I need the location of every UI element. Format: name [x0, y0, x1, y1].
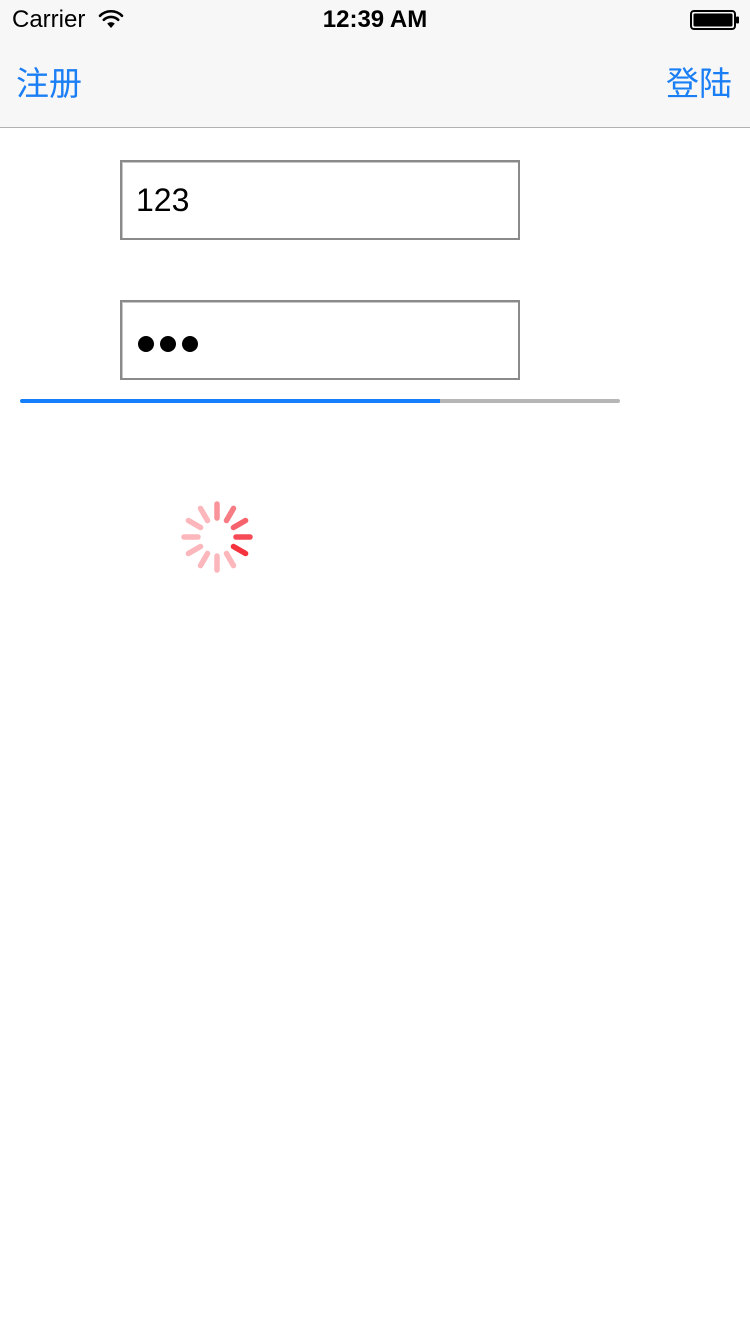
progress-bar-fill — [20, 399, 440, 403]
spinner-spoke — [197, 550, 211, 569]
spinner-spoke — [230, 517, 249, 531]
clock-time: 12:39 AM — [322, 6, 428, 33]
status-bar: Carrier 12:39 AM — [0, 0, 750, 40]
username-field-border — [120, 160, 520, 240]
password-dot — [160, 336, 176, 352]
top-bars: Carrier 12:39 AM 注册 登陆 — [0, 0, 750, 128]
spinner-spoke — [223, 550, 237, 569]
navigation-bar: 注册 登陆 — [0, 40, 750, 128]
spinner-spoke — [230, 543, 249, 557]
battery-icon — [690, 10, 739, 30]
spinner-spoke — [223, 505, 237, 524]
login-button[interactable]: 登陆 — [666, 64, 732, 104]
spinner-spoke — [185, 517, 204, 531]
spinner-spoke — [185, 543, 204, 557]
register-button[interactable]: 注册 — [16, 64, 82, 104]
spinner-icon — [181, 501, 253, 573]
password-dot — [182, 336, 198, 352]
username-field[interactable] — [122, 162, 518, 238]
spinner-spoke — [197, 505, 211, 524]
password-masked-value — [138, 336, 198, 352]
password-field[interactable] — [120, 300, 520, 380]
progress-bar — [20, 399, 620, 403]
password-dot — [138, 336, 154, 352]
